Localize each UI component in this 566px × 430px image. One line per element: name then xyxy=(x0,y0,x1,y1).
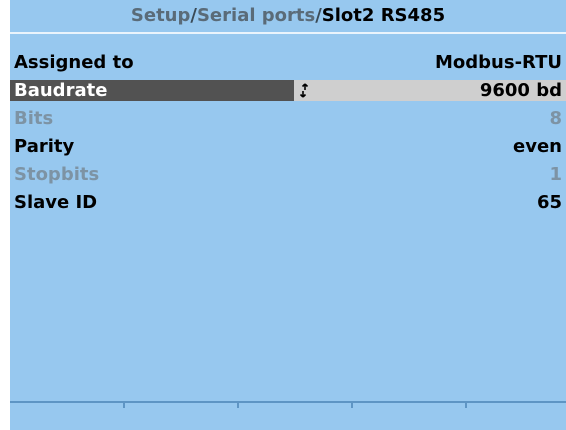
setting-row-assigned-to[interactable]: Assigned to Modbus-RTU xyxy=(10,52,566,73)
softkey-separator xyxy=(465,403,467,408)
setting-row-slave-id[interactable]: Slave ID 65 xyxy=(10,192,566,213)
breadcrumb-separator: / xyxy=(190,5,197,26)
setting-label: Slave ID xyxy=(14,192,98,213)
setting-value: even xyxy=(513,136,562,157)
breadcrumb: Setup/Serial ports/Slot2 RS485 xyxy=(10,0,566,32)
softkey-separator xyxy=(237,403,239,408)
breadcrumb-serial-ports[interactable]: Serial ports xyxy=(197,5,315,26)
softkey-bar-divider xyxy=(10,401,566,403)
setting-value: 9600 bd xyxy=(479,80,562,101)
display-screen: Setup/Serial ports/Slot2 RS485 Assigned … xyxy=(10,0,566,430)
softkey-separator xyxy=(351,403,353,408)
breadcrumb-separator: / xyxy=(315,5,322,26)
setting-label: Stopbits xyxy=(14,164,100,185)
setting-label: Baudrate xyxy=(14,80,108,101)
setting-value: Modbus-RTU xyxy=(435,52,562,73)
header-divider xyxy=(10,32,566,34)
up-down-arrows-icon[interactable] xyxy=(298,83,310,98)
setting-label: Parity xyxy=(14,136,75,157)
breadcrumb-setup[interactable]: Setup xyxy=(131,5,190,26)
setting-label: Assigned to xyxy=(14,52,134,73)
setting-value: 1 xyxy=(549,164,562,185)
setting-row-stopbits: Stopbits 1 xyxy=(10,164,566,185)
setting-row-baudrate[interactable]: Baudrate 9600 bd xyxy=(10,80,566,101)
setting-row-bits: Bits 8 xyxy=(10,108,566,129)
setting-row-parity[interactable]: Parity even xyxy=(10,136,566,157)
setting-value: 65 xyxy=(536,192,562,213)
setting-label: Bits xyxy=(14,108,54,129)
setting-value: 8 xyxy=(549,108,562,129)
softkey-separator xyxy=(123,403,125,408)
breadcrumb-current: Slot2 RS485 xyxy=(321,5,446,26)
